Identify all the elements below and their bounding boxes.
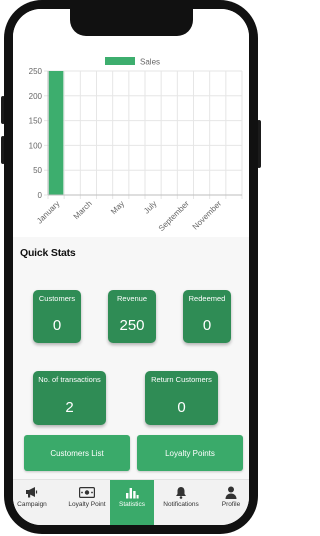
customers-stat-card[interactable]: Customers 0 — [33, 290, 81, 343]
nav-loyalty-point[interactable]: Loyalty Point — [58, 480, 116, 525]
return-customers-stat-label: Return Customers — [151, 375, 212, 384]
phone-notch — [70, 9, 193, 36]
transactions-stat-label: No. of transactions — [38, 375, 101, 384]
nav-campaign-label: Campaign — [17, 501, 47, 508]
redeemed-stat-value: 0 — [202, 317, 212, 334]
nav-profile-label: Profile — [221, 501, 241, 508]
person-icon — [225, 485, 237, 499]
quick-stats-title: Quick Stats — [20, 247, 76, 259]
sales-chart-svg: Sales 250 200 150 100 50 0January March May JulyS… — [29, 57, 243, 233]
loyalty-points-button[interactable]: Loyalty Points — [137, 435, 243, 471]
revenue-stat-value: 250 — [119, 317, 145, 334]
x-tick-label: March — [72, 199, 94, 221]
y-tick-label: 100 — [29, 141, 43, 150]
x-tick-label: November — [191, 199, 224, 232]
x-tick-label: May — [109, 199, 126, 216]
app-screen: Sales 250 200 150 100 50 0 January March May July S… — [13, 9, 249, 525]
nav-notifications[interactable]: Notifications — [157, 480, 205, 525]
return-customers-stat-card[interactable]: Return Customers 0 — [145, 371, 218, 425]
revenue-stat-card[interactable]: Revenue 250 — [108, 290, 156, 343]
money-icon — [79, 485, 95, 499]
legend-label: Sales — [140, 58, 160, 67]
transactions-stat-value: 2 — [65, 399, 74, 416]
y-tick-label: 200 — [29, 92, 43, 101]
customers-stat-label: Customers — [38, 294, 76, 303]
customers-list-button[interactable]: Customers List — [24, 435, 130, 471]
phone-device: Sales 250 200 150 100 50 0 January March May July S… — [0, 0, 263, 536]
x-tick-label: July — [142, 199, 158, 215]
y-tick-label: 250 — [29, 67, 43, 76]
bar-january — [48, 71, 64, 195]
y-tick-label: 0 — [38, 191, 43, 200]
bottom-navigation: Campaign Loyalty Point Statistics Notifi… — [13, 479, 249, 525]
nav-loyalty-point-label: Loyalty Point — [68, 501, 106, 508]
y-tick-label: 150 — [29, 117, 43, 126]
redeemed-stat-label: Redeemed — [188, 294, 226, 303]
bell-icon — [175, 485, 187, 499]
y-tick-label: 50 — [33, 166, 42, 175]
legend-swatch — [105, 57, 135, 65]
redeemed-stat-card[interactable]: Redeemed 0 — [183, 290, 231, 343]
nav-campaign[interactable]: Campaign — [13, 480, 51, 525]
return-customers-stat-value: 0 — [177, 399, 186, 416]
nav-notifications-label: Notifications — [163, 501, 199, 508]
bar-chart-icon — [125, 485, 139, 499]
customers-stat-value: 0 — [52, 317, 62, 334]
transactions-stat-card[interactable]: No. of transactions 2 — [33, 371, 106, 425]
nav-statistics[interactable]: Statistics — [110, 480, 154, 525]
x-tick-label: January — [35, 199, 61, 225]
revenue-stat-label: Revenue — [116, 294, 148, 303]
x-tick-label: September — [157, 199, 191, 233]
sales-chart: Sales 250 200 150 100 50 0 January March May July S… — [13, 9, 249, 237]
megaphone-icon — [25, 485, 39, 499]
nav-profile[interactable]: Profile — [213, 480, 249, 525]
nav-statistics-label: Statistics — [118, 501, 145, 508]
